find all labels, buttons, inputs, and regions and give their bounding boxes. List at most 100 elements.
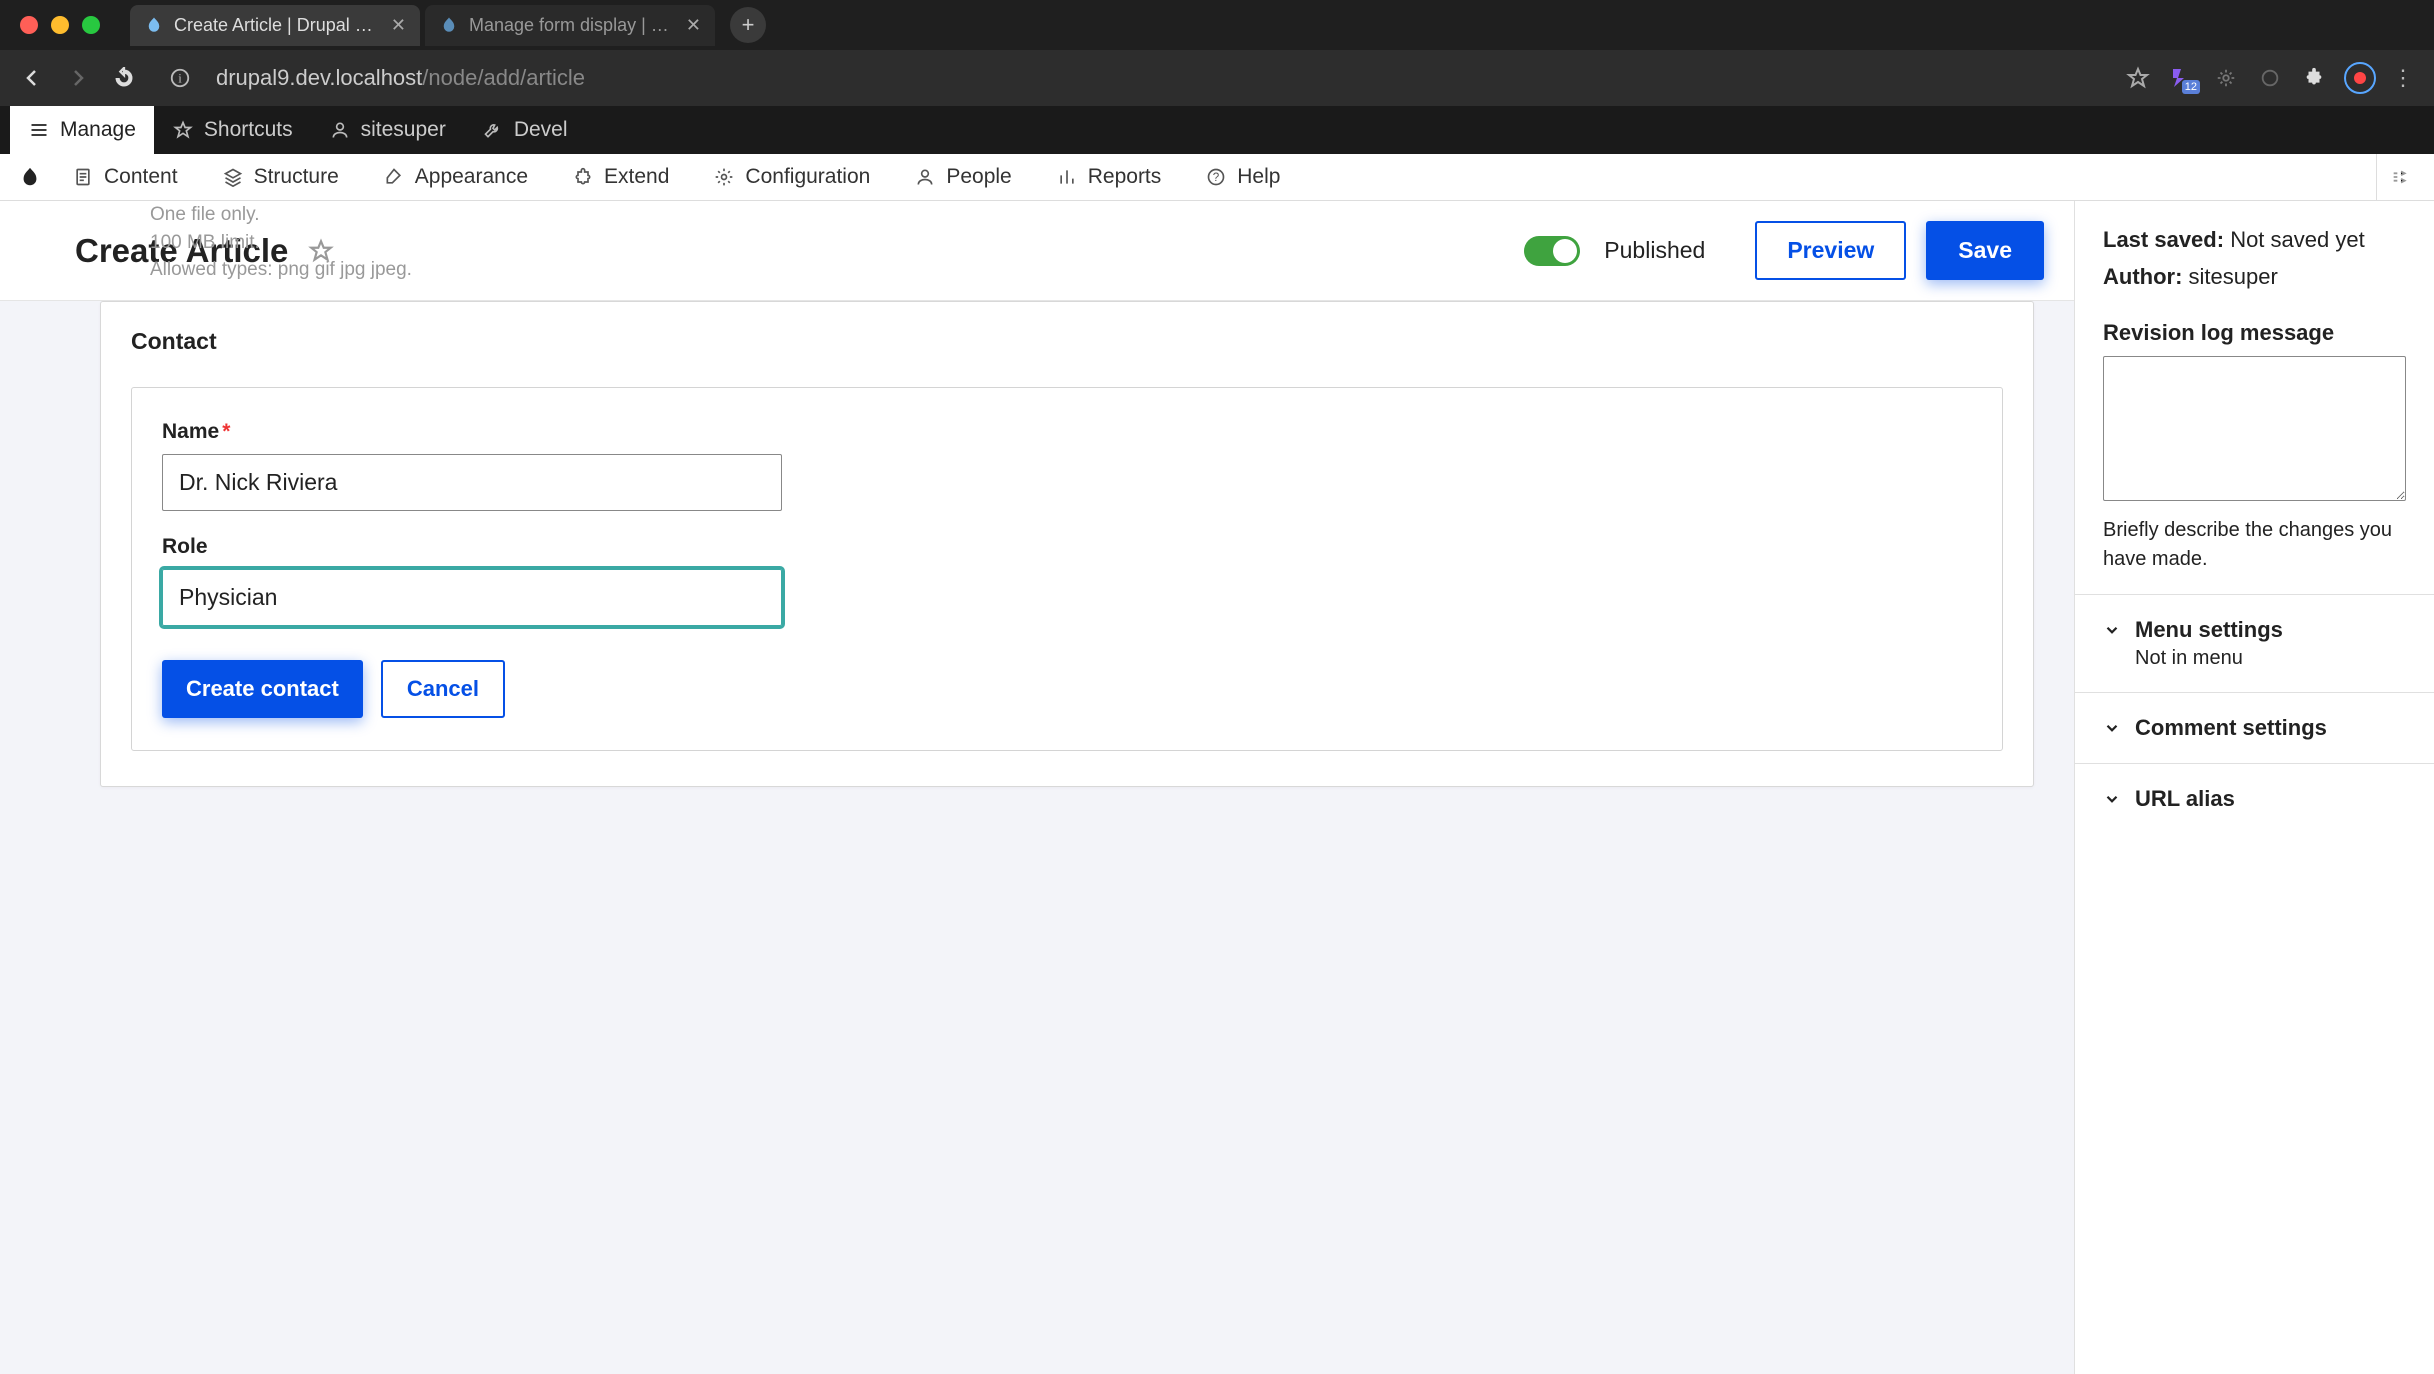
extension-gear-icon[interactable] [2212, 64, 2240, 92]
toolbar-shortcuts[interactable]: Shortcuts [154, 106, 311, 154]
close-tab-icon[interactable]: ✕ [686, 15, 701, 36]
cancel-button[interactable]: Cancel [381, 660, 505, 718]
new-tab-button[interactable]: + [730, 7, 766, 43]
admin-menu-label: People [946, 165, 1011, 189]
chevron-down-icon [2103, 790, 2121, 808]
revision-log-label: Revision log message [2103, 320, 2406, 346]
bookmark-star-icon[interactable] [2124, 64, 2152, 92]
browser-tab-inactive[interactable]: Manage form display | Drupal 9 ✕ [425, 5, 715, 46]
admin-menu-people[interactable]: People [892, 154, 1033, 200]
chevron-down-icon [2103, 621, 2121, 639]
window-controls [20, 16, 100, 34]
admin-menu-reports[interactable]: Reports [1034, 154, 1184, 200]
admin-menu-label: Help [1237, 165, 1280, 189]
content-column: One file only. 100 MB limit. Allowed typ… [0, 201, 2074, 1374]
maximize-window-button[interactable] [82, 16, 100, 34]
sidebar-accordion-comment-settings[interactable]: Comment settings [2075, 693, 2434, 764]
browser-chrome: Create Article | Drupal 9 Demo ✕ Manage … [0, 0, 2434, 106]
app-area: Manage Shortcuts sitesuper Devel Con [0, 106, 2434, 1374]
role-label: Role [162, 535, 1972, 559]
url-host: drupal9.dev.localhost [216, 65, 422, 91]
chevron-down-icon [2103, 719, 2121, 737]
close-tab-icon[interactable]: ✕ [391, 15, 406, 36]
inline-entity-form: Name* Role Create contact Cancel [131, 387, 2003, 751]
wrench-icon [482, 119, 504, 141]
admin-menu-content[interactable]: Content [50, 154, 200, 200]
fieldset-legend: Contact [131, 328, 2003, 355]
profile-avatar[interactable] [2344, 62, 2376, 94]
name-label: Name* [162, 420, 1972, 444]
accordion-title: Menu settings [2135, 617, 2283, 643]
admin-menu-help[interactable]: ? Help [1183, 154, 1302, 200]
required-asterisk-icon: * [222, 420, 230, 443]
drupal-favicon-icon [439, 15, 459, 35]
accordion-subtitle: Not in menu [2135, 647, 2283, 670]
extension-icon[interactable]: 12 [2168, 64, 2196, 92]
toolbar-user[interactable]: sitesuper [311, 106, 464, 154]
avatar-indicator-icon [2354, 72, 2366, 84]
name-input[interactable] [162, 454, 782, 511]
chart-icon [1056, 166, 1078, 188]
back-button[interactable] [12, 58, 52, 98]
save-button[interactable]: Save [1926, 221, 2044, 280]
revision-log-help: Briefly describe the changes you have ma… [2103, 516, 2406, 574]
published-toggle[interactable] [1524, 236, 1580, 266]
admin-menu-label: Appearance [415, 165, 528, 189]
toolbar-devel[interactable]: Devel [464, 106, 586, 154]
minimize-window-button[interactable] [51, 16, 69, 34]
contact-fieldset: Contact Name* Role C [100, 301, 2034, 787]
role-input[interactable] [162, 569, 782, 626]
drupal-favicon-icon [144, 15, 164, 35]
published-label: Published [1604, 237, 1705, 264]
tab-title: Create Article | Drupal 9 Demo [174, 15, 379, 36]
sidebar: Last saved: Not saved yet Author: sitesu… [2074, 201, 2434, 1374]
preview-button[interactable]: Preview [1755, 221, 1906, 280]
admin-menu-appearance[interactable]: Appearance [361, 154, 550, 200]
last-saved-row: Last saved: Not saved yet [2103, 221, 2406, 258]
paint-icon [383, 166, 405, 188]
admin-menu-configuration[interactable]: Configuration [691, 154, 892, 200]
gear-icon [713, 166, 735, 188]
site-info-icon[interactable]: i [160, 58, 200, 98]
svg-text:i: i [178, 72, 182, 86]
admin-menu: Content Structure Appearance Extend Conf… [0, 154, 2434, 201]
layers-icon [222, 166, 244, 188]
address-bar-row: i drupal9.dev.localhost/node/add/article… [0, 50, 2434, 106]
sidebar-meta-section: Last saved: Not saved yet Author: sitesu… [2075, 201, 2434, 300]
sidebar-accordion-menu-settings[interactable]: Menu settings Not in menu [2075, 595, 2434, 693]
create-contact-button[interactable]: Create contact [162, 660, 363, 718]
toolbar-manage-label: Manage [60, 118, 136, 142]
shortcut-star-button[interactable] [308, 238, 334, 264]
person-icon [914, 166, 936, 188]
close-window-button[interactable] [20, 16, 38, 34]
puzzle-icon [572, 166, 594, 188]
reload-button[interactable] [104, 58, 144, 98]
tab-title: Manage form display | Drupal 9 [469, 15, 674, 36]
browser-menu-button[interactable]: ⋮ [2392, 65, 2414, 91]
toggle-knob-icon [1553, 239, 1577, 263]
browser-tab-active[interactable]: Create Article | Drupal 9 Demo ✕ [130, 5, 420, 46]
document-icon [72, 166, 94, 188]
extensions-puzzle-icon[interactable] [2300, 64, 2328, 92]
role-field-group: Role [162, 535, 1972, 626]
toolbar-orientation-toggle[interactable] [2376, 154, 2424, 200]
admin-menu-structure[interactable]: Structure [200, 154, 361, 200]
address-bar[interactable]: drupal9.dev.localhost/node/add/article [206, 65, 2118, 91]
admin-menu-label: Content [104, 165, 178, 189]
svg-text:?: ? [1213, 171, 1220, 184]
url-path: /node/add/article [422, 65, 585, 91]
sidebar-accordion-url-alias[interactable]: URL alias [2075, 764, 2434, 834]
toolbar-devel-label: Devel [514, 118, 568, 142]
inline-form-actions: Create contact Cancel [162, 660, 1972, 718]
admin-home-icon[interactable] [10, 166, 50, 188]
admin-menu-label: Configuration [745, 165, 870, 189]
revision-log-textarea[interactable] [2103, 356, 2406, 501]
main-layout: One file only. 100 MB limit. Allowed typ… [0, 201, 2434, 1374]
forward-button[interactable] [58, 58, 98, 98]
admin-menu-extend[interactable]: Extend [550, 154, 691, 200]
drupal-toolbar: Manage Shortcuts sitesuper Devel [0, 106, 2434, 154]
toolbar-manage[interactable]: Manage [10, 106, 154, 154]
extension-icon-2[interactable] [2256, 64, 2284, 92]
author-row: Author: sitesuper [2103, 258, 2406, 295]
revision-log-section: Revision log message Briefly describe th… [2075, 300, 2434, 595]
